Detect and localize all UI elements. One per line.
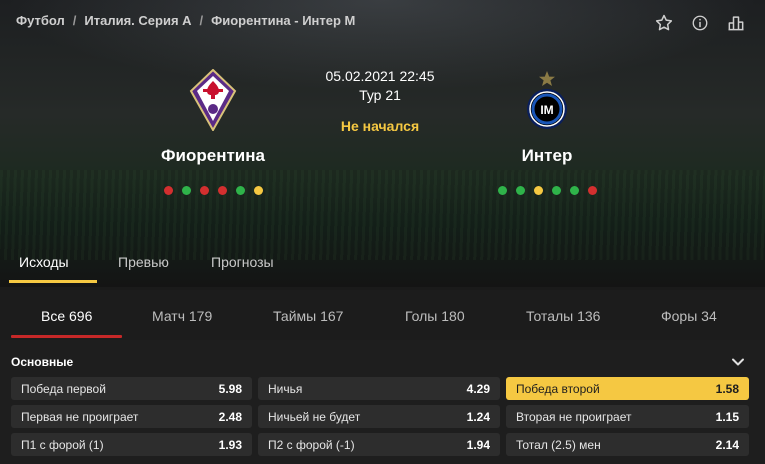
odds-no-draw[interactable]: Ничьей не будет 1.24 <box>258 405 500 428</box>
tab-outcomes[interactable]: Исходы <box>9 250 97 283</box>
market-tab-halves[interactable]: Таймы 167 <box>273 308 343 324</box>
form-dot-loss <box>163 186 173 195</box>
odds-home-win[interactable]: Победа первой 5.98 <box>11 377 252 400</box>
odds-label: Победа второй <box>516 381 600 396</box>
odds-label: П2 с форой (-1) <box>268 437 355 452</box>
breadcrumb-sport[interactable]: Футбол <box>16 13 65 28</box>
market-tab-underline <box>11 335 122 338</box>
home-team-form <box>128 186 298 195</box>
svg-text:IM: IM <box>540 103 553 117</box>
away-team[interactable]: IM Интер <box>462 68 632 195</box>
odds-value: 1.24 <box>466 409 490 424</box>
stats-icon[interactable] <box>725 12 747 34</box>
home-team-name: Фиорентина <box>161 146 265 165</box>
market-tabs: Все 696 Матч 179 Таймы 167 Голы 180 Тота… <box>0 290 765 340</box>
odds-value: 1.15 <box>715 409 739 424</box>
away-team-logo: IM <box>462 68 632 132</box>
tab-preview[interactable]: Превью <box>118 250 169 274</box>
breadcrumb-separator: / <box>72 13 77 28</box>
home-team[interactable]: Фиорентина <box>128 68 298 195</box>
odds-label: Ничьей не будет <box>268 409 361 424</box>
odds-label: Ничья <box>268 381 303 396</box>
info-icon[interactable] <box>689 12 711 34</box>
odds-value: 2.14 <box>715 437 739 452</box>
match-datetime: 05.02.2021 22:45 <box>325 68 435 84</box>
breadcrumb-league[interactable]: Италия. Серия А <box>84 13 191 28</box>
form-dot-draw <box>253 186 263 195</box>
away-team-name: Интер <box>521 146 573 165</box>
form-dot-win <box>497 186 507 195</box>
market-tab-match[interactable]: Матч 179 <box>152 308 212 324</box>
match-round: Тур 21 <box>359 87 401 103</box>
match-info: 05.02.2021 22:45 Тур 21 Не начался <box>300 68 460 134</box>
form-dot-win <box>515 186 525 195</box>
odds-label: Победа первой <box>21 381 106 396</box>
form-dot-win <box>551 186 561 195</box>
main-tabs: Исходы Превью Прогнозы <box>0 250 765 287</box>
away-team-form <box>462 186 632 195</box>
star-icon[interactable] <box>653 12 675 34</box>
odds-away-handicap[interactable]: П2 с форой (-1) 1.94 <box>258 433 500 456</box>
odds-label: Вторая не проиграет <box>516 409 632 424</box>
market-tab-all[interactable]: Все 696 <box>41 308 92 324</box>
odds-away-not-lose[interactable]: Вторая не проиграет 1.15 <box>506 405 749 428</box>
tab-predictions[interactable]: Прогнозы <box>211 250 274 274</box>
breadcrumb-separator: / <box>199 13 204 28</box>
breadcrumb-match: Фиорентина - Интер М <box>211 13 356 28</box>
odds-value: 1.94 <box>466 437 490 452</box>
form-dot-win <box>569 186 579 195</box>
odds-label: Первая не проиграет <box>21 409 139 424</box>
odds-draw[interactable]: Ничья 4.29 <box>258 377 500 400</box>
odds-total-under[interactable]: Тотал (2.5) мен 2.14 <box>506 433 749 456</box>
odds-label: П1 с форой (1) <box>21 437 104 452</box>
odds-value: 1.58 <box>715 381 739 396</box>
form-dot-win <box>181 186 191 195</box>
form-dot-loss <box>217 186 227 195</box>
odds-home-handicap[interactable]: П1 с форой (1) 1.93 <box>11 433 252 456</box>
chevron-down-icon[interactable] <box>731 355 745 374</box>
odds-value: 4.29 <box>466 381 490 396</box>
form-dot-loss <box>199 186 209 195</box>
home-team-logo <box>128 68 298 132</box>
market-tab-handicaps[interactable]: Форы 34 <box>661 308 717 324</box>
odds-label: Тотал (2.5) мен <box>516 437 601 452</box>
odds-value: 2.48 <box>218 409 242 424</box>
main-markets-section: Основные Победа первой 5.98 Ничья 4.29 П… <box>0 340 765 464</box>
section-title: Основные <box>11 355 74 369</box>
market-tab-goals[interactable]: Голы 180 <box>405 308 465 324</box>
market-tab-totals[interactable]: Тоталы 136 <box>526 308 600 324</box>
odds-value: 1.93 <box>218 437 242 452</box>
match-header: Футбол / Италия. Серия А / Фиорентина - … <box>0 0 765 287</box>
match-status: Не начался <box>340 118 420 134</box>
breadcrumb: Футбол / Италия. Серия А / Фиорентина - … <box>16 13 355 28</box>
form-dot-loss <box>587 186 597 195</box>
form-dot-win <box>235 186 245 195</box>
odds-value: 5.98 <box>218 381 242 396</box>
odds-away-win[interactable]: Победа второй 1.58 <box>506 377 749 400</box>
form-dot-draw <box>533 186 543 195</box>
odds-home-not-lose[interactable]: Первая не проиграет 2.48 <box>11 405 252 428</box>
header-actions <box>653 12 747 34</box>
